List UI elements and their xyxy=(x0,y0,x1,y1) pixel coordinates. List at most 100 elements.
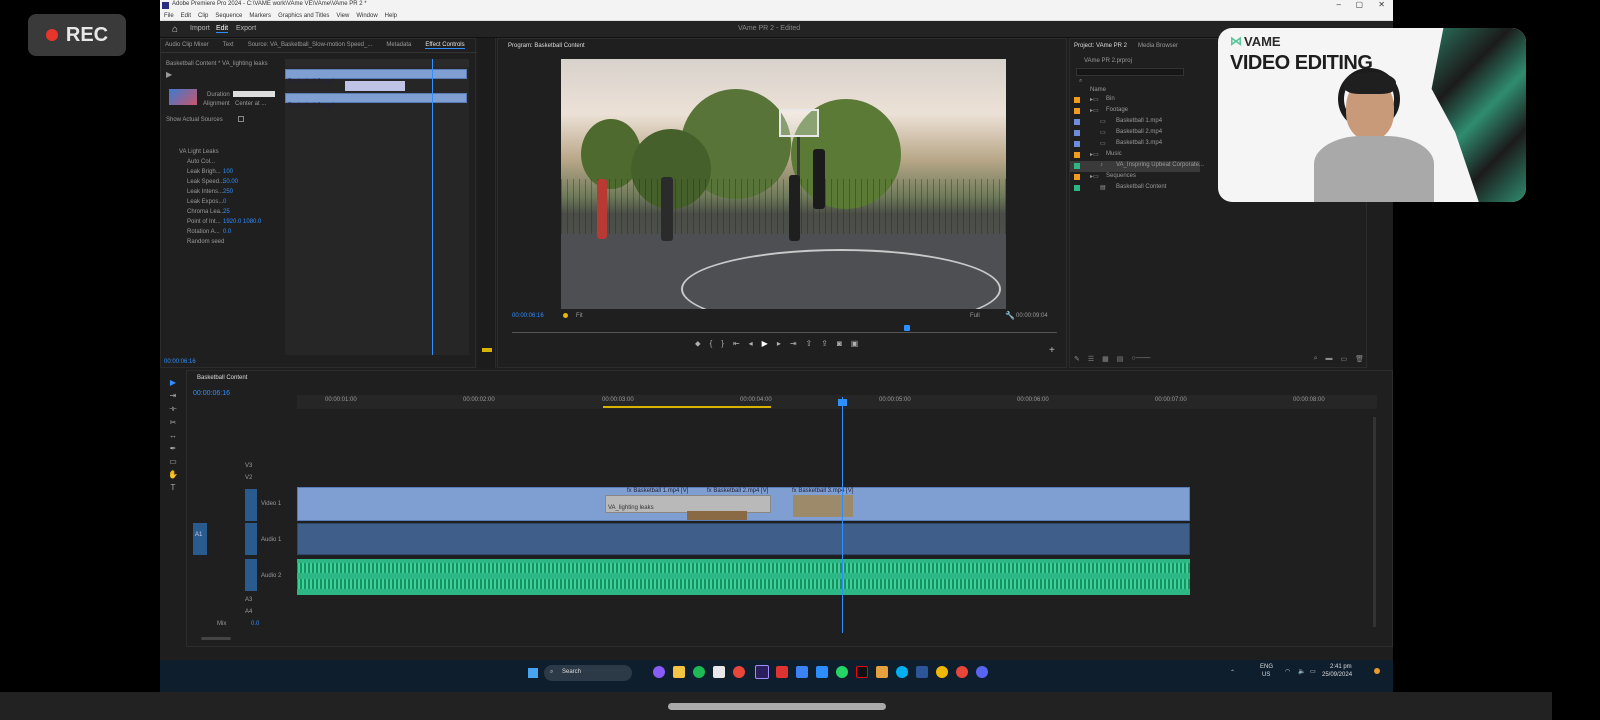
duration-field[interactable] xyxy=(233,91,275,97)
tab-edit[interactable]: Edit xyxy=(216,25,229,33)
tab-source[interactable]: Source: VA_Basketball_Slow-motion Speed_… xyxy=(248,42,373,49)
chrome-profile-icon[interactable] xyxy=(956,666,968,678)
home-indicator[interactable] xyxy=(668,703,886,710)
fx-param-row[interactable]: Leak Expos... 0 xyxy=(175,199,281,209)
minimize-button[interactable]: – xyxy=(1337,0,1341,9)
menu-help[interactable]: Help xyxy=(385,13,397,19)
mark-out-icon[interactable]: } xyxy=(721,339,724,349)
play-triangle-icon[interactable]: ▶ xyxy=(166,71,172,79)
project-item[interactable]: ▭ Basketball 3.mp4 xyxy=(1070,139,1200,150)
start-button[interactable] xyxy=(528,668,538,678)
mark-in-icon[interactable]: { xyxy=(710,339,713,349)
menu-window[interactable]: Window xyxy=(356,13,377,19)
zoom-slider[interactable]: ○─── xyxy=(1131,355,1150,365)
tab-import[interactable]: Import xyxy=(190,25,210,32)
chrome-profile-icon[interactable] xyxy=(936,666,948,678)
menu-file[interactable]: File xyxy=(164,13,174,19)
volume-icon[interactable]: 🔈 xyxy=(1298,668,1305,675)
fx-param-row[interactable]: Rotation A... 0.0 xyxy=(175,229,281,239)
project-item[interactable]: ♪ VA_Inspiring Upbeat Corporate... xyxy=(1070,161,1204,172)
mini-keyframe-graph[interactable] xyxy=(345,81,405,91)
battery-icon[interactable]: ▭ xyxy=(1310,668,1316,675)
project-search-input[interactable]: ⌕ xyxy=(1076,68,1184,84)
menu-sequence[interactable]: Sequence xyxy=(215,13,242,19)
project-item[interactable]: ▸▭ Sequences xyxy=(1070,172,1200,183)
fx-param-row[interactable]: Auto Col... xyxy=(175,159,281,169)
program-current-timecode[interactable]: 00:00:06:16 xyxy=(512,313,544,319)
app-icon[interactable] xyxy=(876,666,888,678)
pencil-icon[interactable]: ✎ xyxy=(1074,355,1080,365)
new-item-icon[interactable]: ▭ xyxy=(1340,355,1347,365)
project-item[interactable]: ▭ Basketball 1.mp4 xyxy=(1070,117,1200,128)
tab-text[interactable]: Text xyxy=(223,42,234,49)
fx-param-row[interactable]: Leak Brigh... 100 xyxy=(175,169,281,179)
tab-metadata[interactable]: Metadata xyxy=(386,42,411,49)
comparison-view-icon[interactable]: ▣ xyxy=(851,339,859,349)
source-patch-a1[interactable]: A1 xyxy=(193,523,207,555)
program-tab[interactable]: Program: Basketball Content xyxy=(508,43,585,49)
program-scrubber[interactable] xyxy=(512,332,1057,333)
pen-tool-icon[interactable]: ✒ xyxy=(170,444,177,453)
mini-playhead[interactable] xyxy=(432,59,433,355)
clock-time[interactable]: 2:41 pm xyxy=(1330,664,1352,670)
a2-track-target[interactable] xyxy=(245,559,257,591)
type-tool-icon[interactable]: T xyxy=(171,483,176,492)
project-item[interactable]: ▤ Basketball Content xyxy=(1070,183,1200,194)
fx-param-row[interactable]: Chroma Lea... 25 xyxy=(175,209,281,219)
new-bin-icon[interactable]: ▬ xyxy=(1325,355,1332,365)
taskbar-search[interactable]: ⌕ Search xyxy=(544,665,632,681)
project-item[interactable]: ▸▭ Music xyxy=(1070,150,1200,161)
project-item[interactable]: ▭ Basketball 2.mp4 xyxy=(1070,128,1200,139)
tab-effect-controls[interactable]: Effect Controls xyxy=(425,42,465,49)
menu-view[interactable]: View xyxy=(336,13,349,19)
project-item[interactable]: ▸▭ Footage xyxy=(1070,106,1200,117)
chrome-icon[interactable] xyxy=(733,666,745,678)
timeline-playhead[interactable] xyxy=(842,397,843,633)
icon-view-icon[interactable]: ▦ xyxy=(1102,355,1109,365)
menu-clip[interactable]: Clip xyxy=(198,13,208,19)
clock-date[interactable]: 25/09/2024 xyxy=(1322,672,1352,678)
netflix-icon[interactable] xyxy=(856,666,868,678)
mini-clip-1[interactable]: Basketball 2.mp4 xyxy=(285,69,467,85)
step-forward-icon[interactable]: ▸ xyxy=(777,339,781,349)
extract-icon[interactable]: ⇪ xyxy=(821,339,828,349)
premiere-pro-icon[interactable] xyxy=(755,665,769,679)
add-marker-icon[interactable]: ⬥ xyxy=(695,339,701,349)
ripple-edit-icon[interactable]: ⟛ xyxy=(169,404,176,414)
home-icon[interactable]: ⌂ xyxy=(172,24,178,35)
tab-export[interactable]: Export xyxy=(236,25,256,32)
tab-audio-mixer[interactable]: Audio Clip Mixer xyxy=(165,42,209,49)
razor-tool-icon[interactable]: ✂ xyxy=(170,418,177,427)
a1-track-target[interactable] xyxy=(245,523,257,555)
calendar-icon[interactable] xyxy=(713,666,725,678)
track-select-icon[interactable]: ⇥ xyxy=(170,391,177,400)
wifi-icon[interactable]: ◠ xyxy=(1285,668,1290,675)
menu-graphics[interactable]: Graphics and Titles xyxy=(278,13,329,19)
project-item[interactable]: ▸▭ Bin xyxy=(1070,95,1200,106)
fx-param-row[interactable]: Leak Intens... 250 xyxy=(175,189,281,199)
a1-clip-track[interactable] xyxy=(297,523,1190,555)
whatsapp-icon[interactable] xyxy=(836,666,848,678)
export-frame-icon[interactable]: ◙ xyxy=(837,339,842,349)
timeline-vertical-scroll[interactable] xyxy=(1373,417,1376,627)
close-button[interactable]: ✕ xyxy=(1378,0,1385,9)
menu-edit[interactable]: Edit xyxy=(181,13,191,19)
zoom-icon[interactable] xyxy=(816,666,828,678)
effect-timecode[interactable]: 00:00:06:16 xyxy=(164,359,196,365)
fx-param-row[interactable]: Random seed xyxy=(175,239,281,249)
spotify-icon[interactable] xyxy=(693,666,705,678)
wrench-icon[interactable]: 🔧 xyxy=(1005,312,1015,320)
delete-icon[interactable]: 🗑 xyxy=(1355,355,1364,365)
language-indicator[interactable]: ENG xyxy=(1260,664,1273,670)
mini-clip-2[interactable]: Basketball 2.mp4 xyxy=(285,93,467,109)
add-button-icon[interactable]: + xyxy=(1049,345,1055,356)
list-view-icon[interactable]: ☰ xyxy=(1088,355,1094,365)
word-icon[interactable] xyxy=(916,666,928,678)
acrobat-icon[interactable] xyxy=(776,666,788,678)
selection-tool-icon[interactable]: ▶ xyxy=(170,378,176,387)
go-to-out-icon[interactable]: ⇥ xyxy=(790,339,797,349)
timeline-playhead-handle[interactable] xyxy=(838,399,847,406)
maximize-button[interactable]: ▢ xyxy=(1355,0,1363,9)
rectangle-tool-icon[interactable]: ▭ xyxy=(169,457,177,466)
timeline-scrollbar[interactable] xyxy=(201,637,231,640)
